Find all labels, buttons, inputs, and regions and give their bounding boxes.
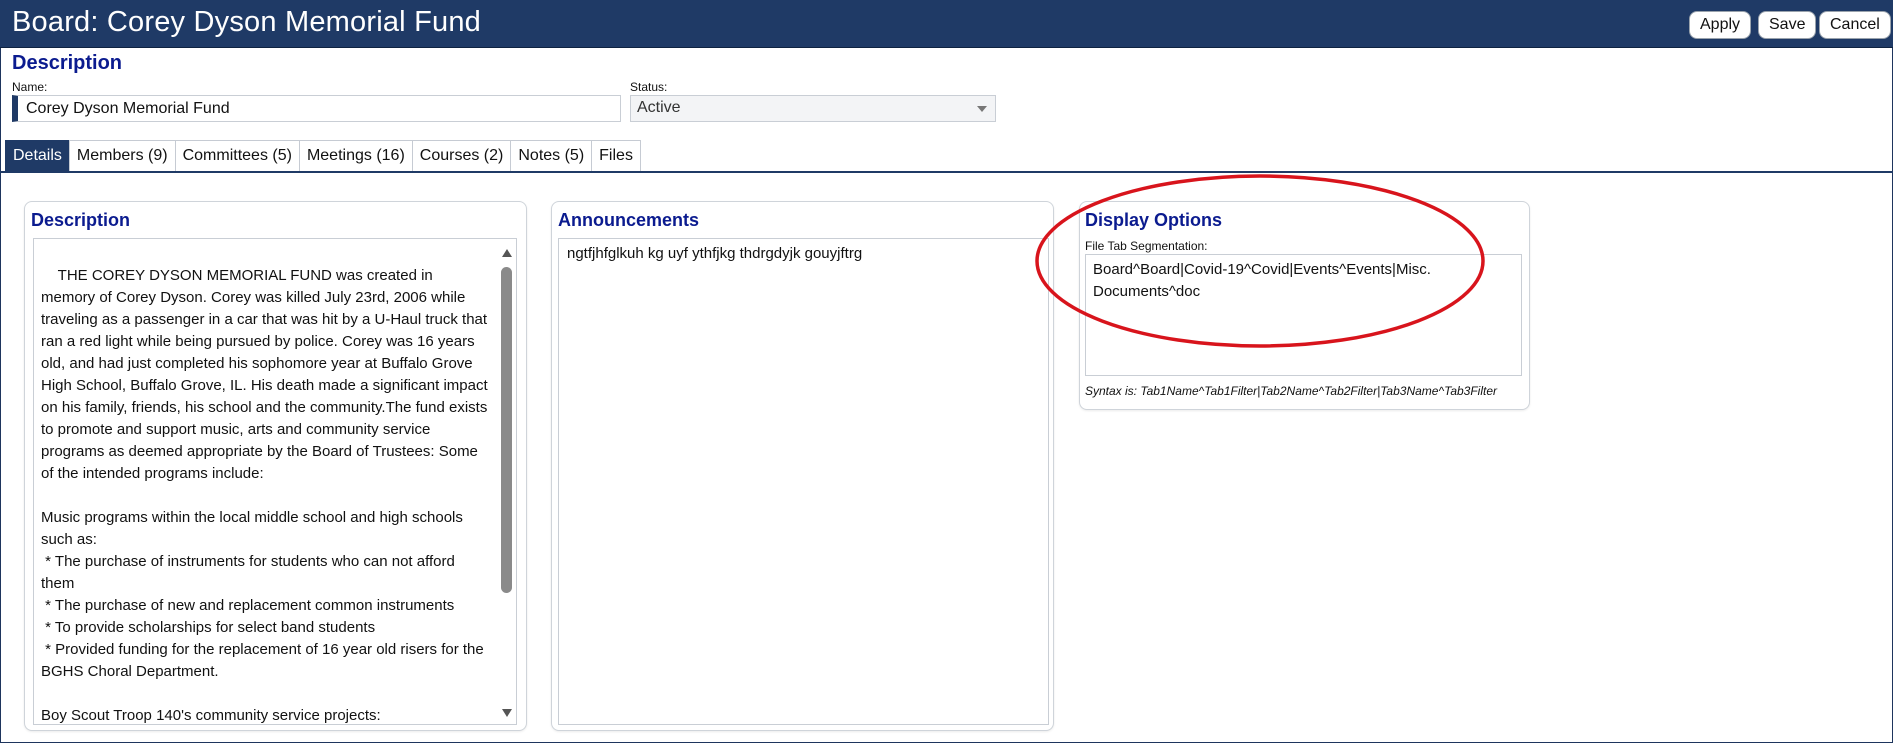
cancel-button[interactable]: Cancel: [1819, 11, 1891, 39]
file-tab-segmentation-input[interactable]: Board^Board|Covid-19^Covid|Events^Events…: [1085, 254, 1522, 376]
tab-underline: [0, 171, 1893, 173]
tab-meetings[interactable]: Meetings (16): [298, 140, 413, 171]
tab-members[interactable]: Members (9): [68, 140, 176, 171]
apply-button[interactable]: Apply: [1689, 11, 1752, 39]
chevron-down-icon: [977, 106, 987, 112]
description-text: THE COREY DYSON MEMORIAL FUND was create…: [41, 267, 488, 724]
description-section-title: Description: [12, 52, 123, 74]
announcements-panel: Announcements ngtfjhfglkuh kg uyf ythfjk…: [551, 201, 1054, 731]
scroll-down-icon[interactable]: [502, 709, 512, 717]
status-select[interactable]: Active: [630, 95, 996, 122]
tab-details[interactable]: Details: [5, 140, 70, 171]
announcements-textarea[interactable]: ngtfjhfglkuh kg uyf ythfjkg thdrgdyjk go…: [558, 238, 1049, 725]
status-label: Status:: [630, 80, 668, 94]
description-panel: Description THE COREY DYSON MEMORIAL FUN…: [24, 201, 527, 731]
announcements-panel-title: Announcements: [558, 210, 700, 230]
display-options-title: Display Options: [1085, 210, 1223, 230]
save-button[interactable]: Save: [1758, 11, 1817, 39]
tab-bar: Details Members (9) Committees (5) Meeti…: [5, 140, 641, 171]
tab-committees[interactable]: Committees (5): [174, 140, 300, 171]
page-title: Board: Corey Dyson Memorial Fund: [12, 6, 481, 38]
status-value: Active: [637, 99, 681, 116]
name-label: Name:: [12, 80, 48, 94]
display-options-panel: Display Options File Tab Segmentation: B…: [1079, 201, 1530, 410]
description-textarea[interactable]: THE COREY DYSON MEMORIAL FUND was create…: [33, 238, 517, 725]
title-bar: Board: Corey Dyson Memorial Fund Apply S…: [0, 0, 1893, 48]
description-panel-title: Description: [31, 210, 131, 230]
scroll-up-icon[interactable]: [502, 249, 512, 257]
tab-files[interactable]: Files: [591, 140, 641, 171]
tab-courses[interactable]: Courses (2): [411, 140, 512, 171]
file-tab-segmentation-label: File Tab Segmentation:: [1085, 239, 1208, 253]
tab-notes[interactable]: Notes (5): [510, 140, 593, 171]
description-scrollbar[interactable]: [500, 243, 514, 719]
scroll-thumb[interactable]: [501, 267, 512, 593]
name-input[interactable]: Corey Dyson Memorial Fund: [12, 95, 621, 122]
syntax-hint: Syntax is: Tab1Name^Tab1Filter|Tab2Name^…: [1085, 384, 1498, 398]
